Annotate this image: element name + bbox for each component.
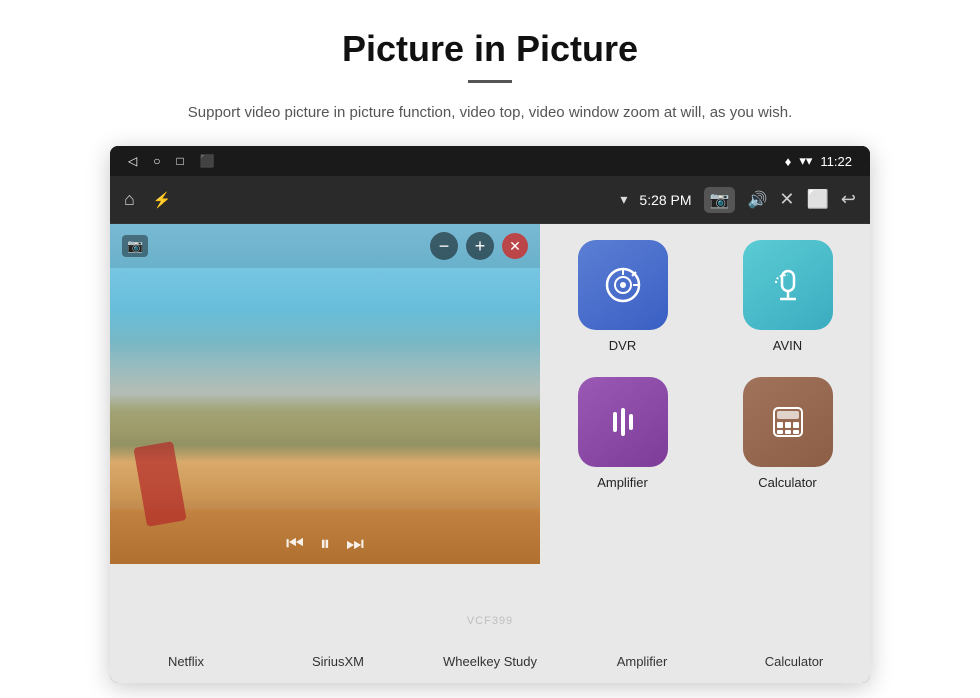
recents-nav-icon[interactable]: □ [176,154,183,168]
page-subtitle: Support video picture in picture functio… [188,101,792,124]
pip-close-button[interactable]: ✕ [502,233,528,259]
bottom-label-row: Netflix SiriusXM Wheelkey Study Amplifie… [110,652,870,671]
android-statusbar: ◁ ○ □ ⬛ ♦ ▾▾ 11:22 [110,146,870,176]
pip-prev-button[interactable]: ⏮ [286,533,304,556]
pip-next-button[interactable]: ⏭ [346,533,364,556]
app-icon-dvr[interactable] [578,240,668,330]
car-navbar-right: ▾ 5:28 PM 📷 🔊 ✕ ⬜ ↩ [620,187,856,213]
location-icon: ♦ [785,154,792,169]
home-nav-icon[interactable]: ○ [153,154,160,168]
app-cell-avin[interactable]: AVIN [705,224,870,361]
camera-button[interactable]: 📷 [704,187,736,213]
app-icon-avin[interactable] [743,240,833,330]
title-divider [468,80,512,83]
car-navbar-left: ⌂ ⚡ [124,189,172,210]
bottom-label-siriusxm: SiriusXM [262,652,414,671]
pip-mode-icon[interactable]: ⬜ [806,189,828,210]
app-label-amplifier: Amplifier [597,475,648,490]
pip-zoom-in-button[interactable]: + [466,232,494,260]
watermark: VCF399 [467,615,513,627]
volume-icon[interactable]: 🔊 [747,190,767,210]
statusbar-left: ◁ ○ □ ⬛ [128,154,215,168]
tablet-frame: ◁ ○ □ ⬛ ♦ ▾▾ 11:22 ⌂ ⚡ ▾ 5:28 PM 📷 🔊 [110,146,870,683]
car-navbar: ⌂ ⚡ ▾ 5:28 PM 📷 🔊 ✕ ⬜ ↩ [110,176,870,224]
app-grid: DVR AVIN [540,224,870,639]
app-cell-calculator[interactable]: Calculator [705,361,870,498]
app-icon-calculator[interactable] [743,377,833,467]
app-label-avin: AVIN [773,338,802,353]
pip-zoom-out-button[interactable]: − [430,232,458,260]
page-title: Picture in Picture [342,28,638,70]
bottom-labels: Netflix SiriusXM Wheelkey Study Amplifie… [110,639,870,683]
back-nav-icon[interactable]: ◁ [128,154,137,168]
app-label-calculator: Calculator [758,475,817,490]
pip-video-overlay[interactable]: 📷 − + ✕ ⏮ ⏸ ⏭ [110,224,540,564]
bottom-label-netflix: Netflix [110,652,262,671]
app-icon-amplifier[interactable] [578,377,668,467]
wifi-status-icon: ▾ [620,191,627,208]
usb-icon[interactable]: ⚡ [153,191,172,209]
app-label-dvr: DVR [609,338,636,353]
bottom-label-wheelkey: Wheelkey Study [414,652,566,671]
app-cell-dvr[interactable]: DVR [540,224,705,361]
home-icon[interactable]: ⌂ [124,189,135,210]
pip-playback: ⏮ ⏸ ⏭ [110,533,540,556]
status-time: 11:22 [820,154,852,169]
screenshot-icon[interactable]: ⬛ [200,154,215,168]
signal-icon: ▾▾ [799,153,812,169]
bottom-label-calculator: Calculator [718,652,870,671]
pip-cam-icon: 📷 [122,235,148,257]
back-icon[interactable]: ↩ [841,189,856,210]
android-content: 📷 − + ✕ ⏮ ⏸ ⏭ [110,224,870,639]
pip-play-button[interactable]: ⏸ [320,533,330,556]
close-icon[interactable]: ✕ [779,189,794,210]
car-time: 5:28 PM [639,192,691,208]
pip-zoom-controls: − + ✕ [430,232,528,260]
app-cell-amplifier[interactable]: Amplifier [540,361,705,498]
bottom-label-amplifier: Amplifier [566,652,718,671]
statusbar-right: ♦ ▾▾ 11:22 [785,153,852,169]
pip-controls: 📷 − + ✕ [110,224,540,268]
